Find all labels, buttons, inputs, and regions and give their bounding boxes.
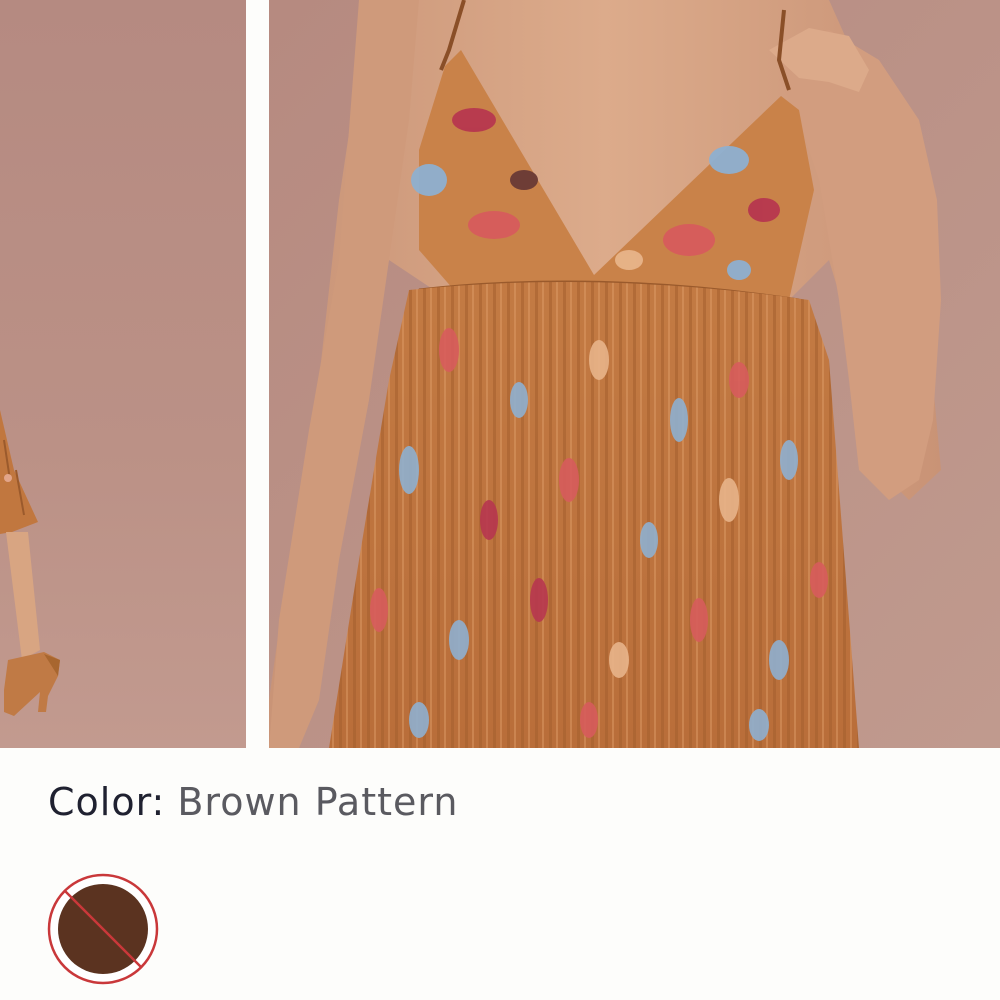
- model-full-length-image[interactable]: [0, 0, 246, 748]
- product-image-carousel[interactable]: [0, 0, 1000, 748]
- carousel-gap: [246, 0, 269, 748]
- color-swatch-brown-pattern[interactable]: [47, 873, 159, 985]
- model-close-up-image[interactable]: [269, 0, 1000, 748]
- color-label: Color: Brown Pattern: [48, 776, 458, 828]
- color-key: Color:: [48, 780, 166, 824]
- selected-color-name: Brown Pattern: [177, 780, 459, 824]
- product-page: Color: Brown Pattern: [0, 0, 1000, 1000]
